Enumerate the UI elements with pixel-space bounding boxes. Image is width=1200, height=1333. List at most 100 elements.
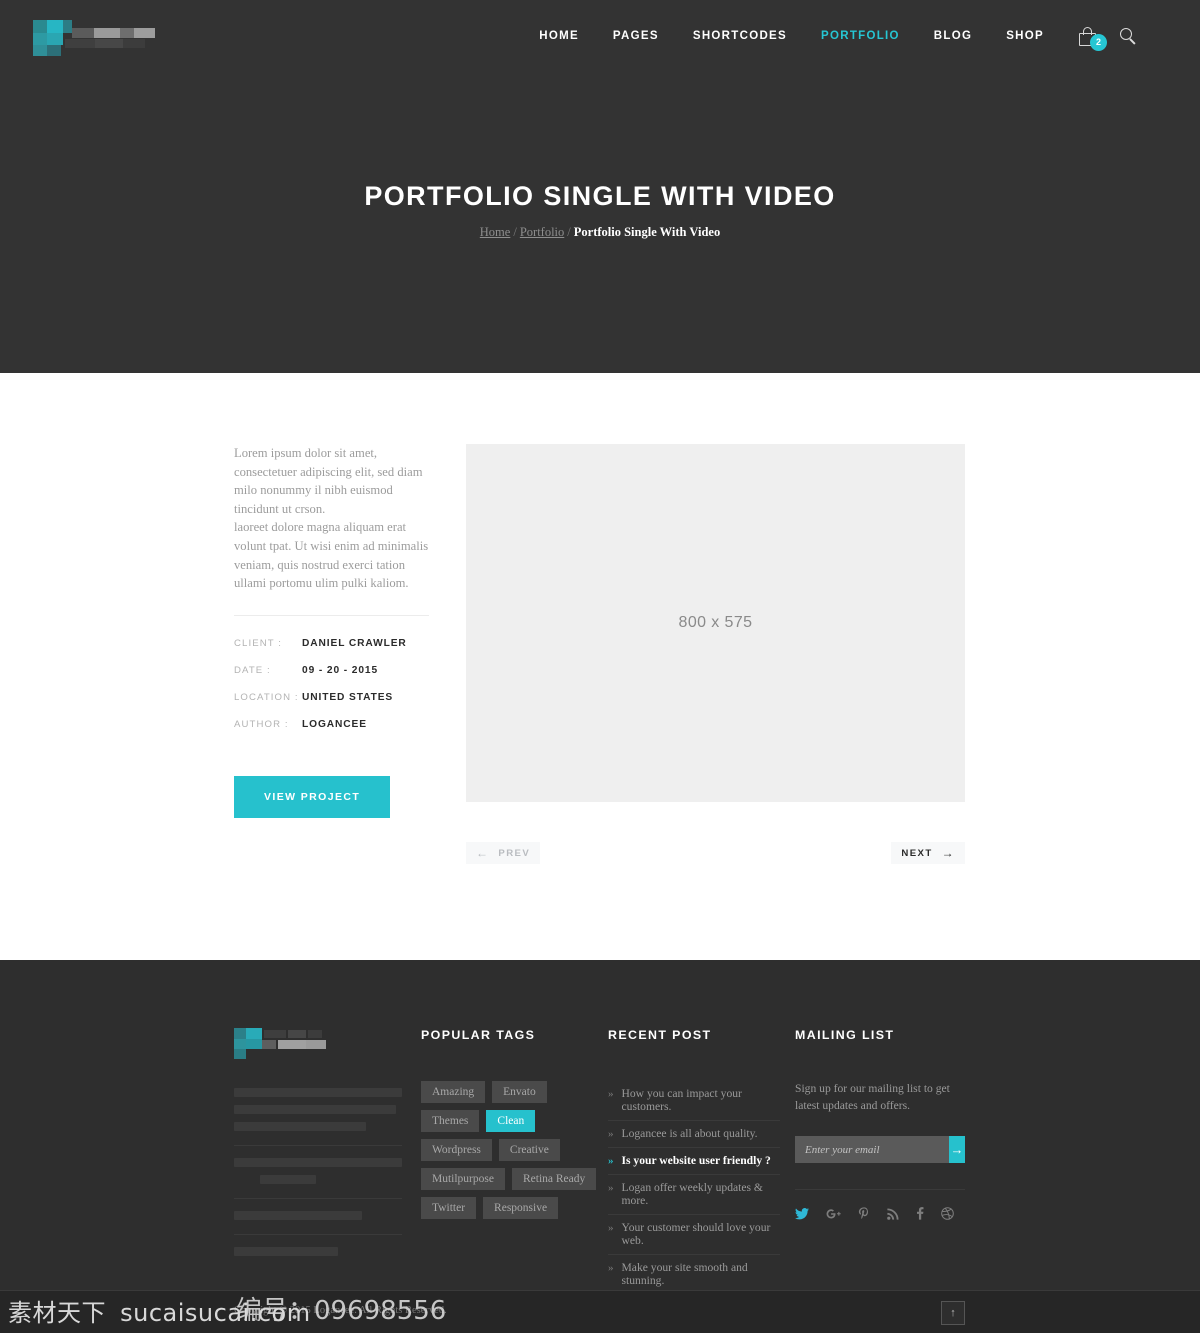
tag-list: Amazing Envato Themes Clean Wordpress Cr… bbox=[421, 1081, 601, 1219]
meta-label: DATE : bbox=[234, 664, 271, 676]
chevron-right-icon: » bbox=[608, 1088, 614, 1100]
meta-row-location: LOCATION : UNITED STATES bbox=[234, 692, 429, 703]
redacted-line bbox=[234, 1247, 338, 1256]
search-button[interactable] bbox=[1110, 28, 1140, 45]
chevron-right-icon: » bbox=[608, 1262, 614, 1274]
mailing-list-title: MAILING LIST bbox=[795, 1028, 895, 1042]
rss-icon[interactable] bbox=[887, 1208, 899, 1222]
footer-logo-wordmark-block bbox=[306, 1040, 326, 1049]
footer-logo-wordmark-block bbox=[264, 1030, 286, 1038]
search-stem bbox=[1129, 38, 1136, 45]
nav-item-pages[interactable]: PAGES bbox=[596, 26, 676, 46]
tag-item[interactable]: Twitter bbox=[421, 1197, 477, 1219]
footer-contact-divider bbox=[234, 1198, 402, 1199]
facebook-icon[interactable] bbox=[916, 1207, 924, 1222]
logo-tile bbox=[47, 33, 63, 45]
redacted-line bbox=[234, 1088, 402, 1097]
tag-item[interactable]: Responsive bbox=[483, 1197, 559, 1219]
main-content: Lorem ipsum dolor sit amet, consectetuer… bbox=[0, 373, 1200, 960]
tag-item[interactable]: Mutilpurpose bbox=[421, 1168, 505, 1190]
meta-label: LOCATION : bbox=[234, 691, 299, 703]
dribbble-icon[interactable] bbox=[941, 1207, 954, 1222]
recent-post-label: Your customer should love your web. bbox=[621, 1221, 771, 1247]
meta-label: AUTHOR : bbox=[234, 718, 289, 730]
recent-post-item[interactable]: » How you can impact your customers. bbox=[608, 1081, 780, 1121]
recent-post-label: Logancee is all about quality. bbox=[621, 1127, 758, 1140]
bottom-bar: Copyright © 2015 Logancee. All Rights Re… bbox=[0, 1290, 1200, 1333]
nav-item-home[interactable]: HOME bbox=[522, 26, 596, 46]
footer-about-column bbox=[234, 1028, 402, 1270]
nav-item-blog[interactable]: BLOG bbox=[917, 26, 989, 46]
footer-logo[interactable] bbox=[234, 1028, 326, 1059]
recent-post-item-active[interactable]: » Is your website user friendly ? bbox=[608, 1148, 780, 1175]
meta-row-date: DATE : 09 - 20 - 2015 bbox=[234, 665, 429, 676]
footer-recent-posts-column: RECENT POST » How you can impact your cu… bbox=[608, 1028, 780, 1295]
email-input[interactable] bbox=[795, 1136, 949, 1163]
recent-post-label: Make your site smooth and stunning. bbox=[621, 1261, 748, 1287]
nav-item-portfolio[interactable]: PORTFOLIO bbox=[804, 26, 917, 46]
recent-post-item[interactable]: » Make your site smooth and stunning. bbox=[608, 1255, 780, 1295]
logo-wordmark-block bbox=[134, 28, 155, 38]
google-plus-icon[interactable] bbox=[826, 1208, 841, 1222]
logo-wordmark-block bbox=[94, 28, 120, 38]
logo-tile bbox=[47, 20, 63, 33]
nav-item-shortcodes[interactable]: SHORTCODES bbox=[676, 26, 804, 46]
tag-item[interactable]: Retina Ready bbox=[511, 1168, 597, 1190]
prev-project-button[interactable]: ← PREV bbox=[466, 842, 541, 864]
redacted-line bbox=[234, 1158, 402, 1167]
popular-tags-title: POPULAR TAGS bbox=[421, 1028, 536, 1042]
arrow-right-icon: → bbox=[941, 846, 955, 860]
footer-logo-tile bbox=[234, 1049, 246, 1059]
site-logo[interactable] bbox=[33, 20, 155, 56]
logo-blocks bbox=[33, 20, 155, 56]
tag-item[interactable]: Wordpress bbox=[421, 1139, 492, 1161]
tag-item-active[interactable]: Clean bbox=[486, 1110, 536, 1132]
tag-item[interactable]: Creative bbox=[498, 1139, 560, 1161]
mailing-list-description: Sign up for our mailing list to get late… bbox=[795, 1082, 950, 1112]
bag-handle bbox=[1083, 26, 1092, 35]
nav-item-shop[interactable]: SHOP bbox=[989, 26, 1061, 46]
logo-tile bbox=[47, 45, 61, 56]
tag-item[interactable]: Themes bbox=[421, 1110, 480, 1132]
scroll-to-top-button[interactable]: ↑ bbox=[941, 1301, 965, 1325]
next-project-button[interactable]: NEXT → bbox=[891, 842, 965, 864]
next-label: NEXT bbox=[901, 847, 933, 859]
view-project-button[interactable]: VIEW PROJECT bbox=[234, 775, 391, 818]
search-icon bbox=[1120, 28, 1136, 45]
arrow-left-icon: ← bbox=[476, 846, 490, 860]
project-pager: ← PREV NEXT → bbox=[466, 842, 965, 866]
footer-mailing-column: MAILING LIST Sign up for our mailing lis… bbox=[795, 1028, 967, 1222]
meta-value: 09 - 20 - 2015 bbox=[302, 664, 379, 676]
recent-post-item[interactable]: » Your customer should love your web. bbox=[608, 1215, 780, 1255]
subscribe-button[interactable]: → bbox=[949, 1136, 965, 1163]
project-description-2: laoreet dolore magna aliquam erat volunt… bbox=[234, 520, 429, 591]
breadcrumb-home[interactable]: Home bbox=[480, 225, 511, 239]
twitter-icon[interactable] bbox=[795, 1207, 809, 1222]
recent-post-label: Logan offer weekly updates & more. bbox=[621, 1181, 763, 1207]
meta-row-client: CLIENT : DANIEL CRAWLER bbox=[234, 638, 429, 649]
breadcrumb-portfolio[interactable]: Portfolio bbox=[520, 225, 564, 239]
footer-logo-wordmark-block bbox=[308, 1030, 322, 1038]
project-media-placeholder[interactable]: 800 x 575 bbox=[466, 444, 965, 802]
chevron-right-icon: » bbox=[608, 1182, 614, 1194]
footer-logo-tile bbox=[234, 1039, 246, 1049]
tag-item[interactable]: Amazing bbox=[421, 1081, 486, 1103]
cart-button[interactable]: 2 bbox=[1061, 26, 1110, 51]
footer-contact-line-1-redacted bbox=[234, 1158, 402, 1184]
tag-item[interactable]: Envato bbox=[492, 1081, 547, 1103]
media-dimensions-label: 800 x 575 bbox=[678, 614, 753, 631]
recent-post-item[interactable]: » Logan offer weekly updates & more. bbox=[608, 1175, 780, 1215]
pinterest-icon[interactable] bbox=[858, 1207, 870, 1222]
logo-tile bbox=[33, 20, 47, 33]
chevron-right-icon: » bbox=[608, 1128, 614, 1140]
redacted-line bbox=[234, 1105, 396, 1114]
logo-wordmark-block bbox=[65, 39, 95, 48]
social-links bbox=[795, 1189, 965, 1222]
footer-about-text-redacted bbox=[234, 1088, 402, 1131]
recent-post-item[interactable]: » Logancee is all about quality. bbox=[608, 1121, 780, 1148]
copyright-text: Copyright © 2015 Logancee. All Rights Re… bbox=[234, 1305, 447, 1316]
cart-count-badge: 2 bbox=[1090, 33, 1107, 51]
page-root: HOME PAGES SHORTCODES PORTFOLIO BLOG SHO… bbox=[0, 0, 1200, 1333]
footer-logo-tile bbox=[234, 1028, 246, 1039]
logo-tile bbox=[33, 33, 47, 45]
